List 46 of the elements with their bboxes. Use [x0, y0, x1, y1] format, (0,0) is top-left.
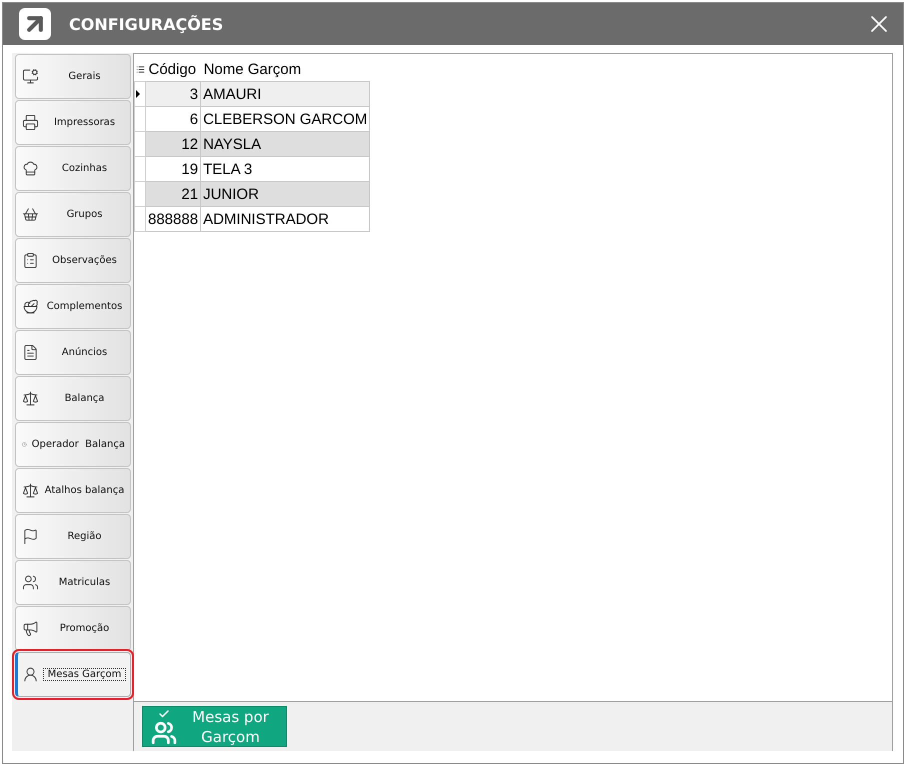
row-indicator[interactable]	[134, 82, 146, 106]
column-menu-icon[interactable]	[136, 64, 144, 74]
table-cell: TELA 3	[200, 156, 370, 182]
sidebar-item[interactable]: Operador Balança	[15, 422, 131, 467]
table-cell: AMAURI	[200, 82, 370, 106]
sidebar-item[interactable]: Cozinhas	[15, 146, 131, 191]
sidebar-item[interactable]: Balança	[15, 376, 131, 421]
table-cell: 21	[146, 182, 201, 206]
table-cell: NAYSLA	[200, 132, 370, 156]
table-cell: CLEBERSON GARCOM	[200, 106, 370, 132]
column-header[interactable]: Nome Garçom	[200, 57, 370, 82]
sidebar-item[interactable]: Matriculas	[15, 560, 131, 605]
sidebar-item[interactable]: Promoção	[15, 606, 131, 651]
bowl-icon	[22, 298, 39, 315]
chef-hat-icon	[22, 160, 39, 177]
printer-icon	[22, 114, 39, 131]
document-icon	[22, 344, 39, 361]
sidebar-item[interactable]: Grupos	[15, 192, 131, 237]
table-cell: 19	[146, 156, 201, 182]
sidebar-item[interactable]: Mesas Garçom	[15, 652, 131, 697]
sidebar-item[interactable]: Complementos	[15, 284, 131, 329]
sidebar-item[interactable]: Impressoras	[15, 100, 131, 145]
table-cell: 6	[146, 106, 201, 132]
group-check-icon	[151, 708, 177, 746]
table-cell: JUNIOR	[200, 182, 370, 206]
table-cell: 3	[146, 82, 201, 106]
scale-icon	[22, 482, 39, 499]
table-cell: 12	[146, 132, 201, 156]
monitor-gear-icon	[22, 68, 39, 85]
table-cell: ADMINISTRADOR	[200, 206, 370, 232]
sidebar-item[interactable]: Gerais	[15, 54, 131, 99]
people-icon	[22, 574, 39, 591]
clipboard-icon	[22, 252, 39, 269]
column-header[interactable]: Código	[146, 57, 201, 82]
sidebar-item[interactable]: Região	[15, 514, 131, 559]
person-icon	[22, 666, 39, 683]
sidebar-item[interactable]: Atalhos balança	[15, 468, 131, 513]
sidebar-item[interactable]: Observações	[15, 238, 131, 283]
basket-icon	[22, 206, 39, 223]
megaphone-icon	[22, 620, 39, 637]
window-title: CONFIGURAÇÕES	[69, 14, 224, 34]
table-cell: 888888	[146, 206, 201, 232]
scale-icon	[22, 390, 39, 407]
flag-icon	[22, 528, 39, 545]
sidebar-item[interactable]: Anúncios	[15, 330, 131, 375]
arrow-logo-icon	[19, 8, 51, 40]
